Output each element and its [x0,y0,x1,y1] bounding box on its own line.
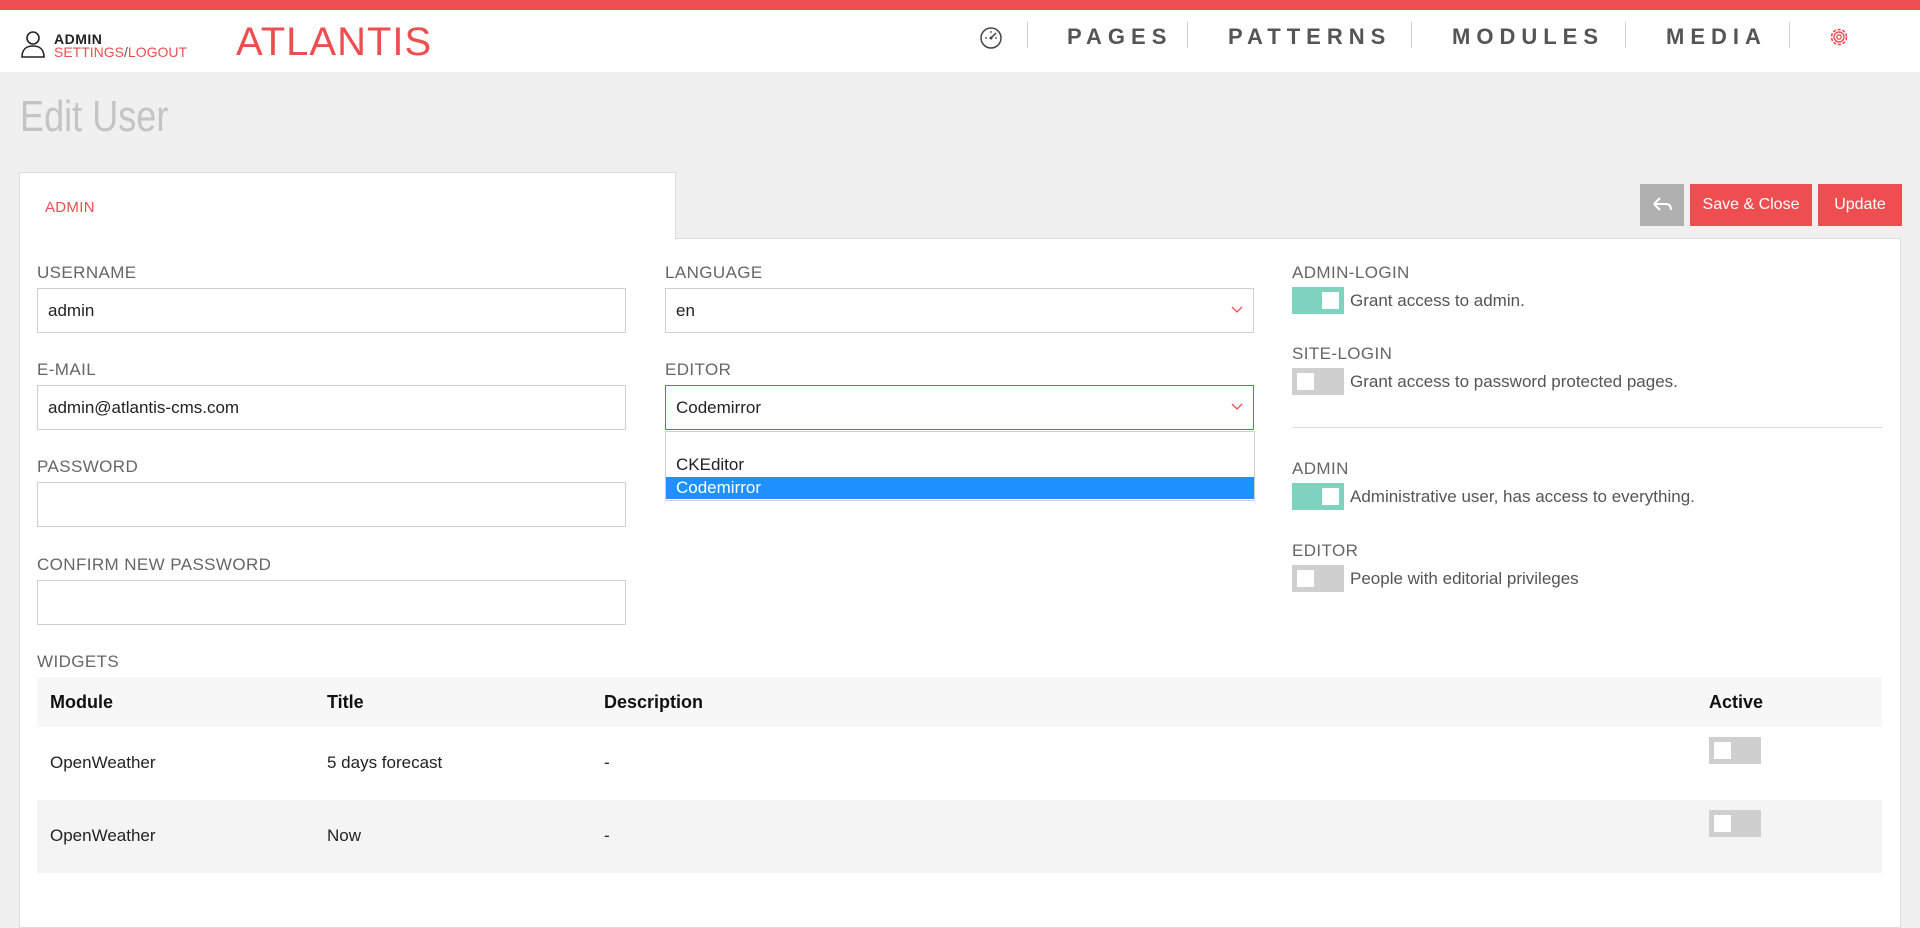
language-select[interactable]: en [665,288,1254,333]
admin-role-toggle[interactable] [1292,483,1344,510]
password-input[interactable] [37,482,626,527]
admin-login-description: Grant access to admin. [1350,291,1525,310]
nav-divider [1187,22,1188,48]
cell-description: - [604,753,610,772]
editor-role-toggle[interactable] [1292,565,1344,592]
email-input[interactable] [37,385,626,430]
cell-module: OpenWeather [50,826,156,845]
table-row: OpenWeather 5 days forecast - [37,727,1882,800]
language-label: LANGUAGE [665,263,763,282]
language-select-value: en [676,301,695,320]
editor-option-selected[interactable]: Codemirror [666,477,1254,499]
chevron-down-icon [1231,306,1243,313]
top-accent-bar [0,0,1920,10]
cell-module: OpenWeather [50,753,156,772]
admin-role-description: Administrative user, has access to every… [1350,487,1695,506]
chevron-down-icon [1231,403,1243,410]
update-button[interactable]: Update [1818,184,1902,226]
nav-divider [1625,22,1626,48]
editor-select[interactable]: Codemirror [665,385,1254,430]
editor-select-value: Codemirror [676,398,762,417]
admin-role-label: ADMIN [1292,459,1349,478]
editor-option[interactable]: CKEditor [666,454,1254,476]
editor-dropdown: CKEditor Codemirror [665,431,1255,501]
active-toggle[interactable] [1709,737,1761,764]
nav-patterns[interactable]: PATTERNS [1228,24,1391,50]
editor-role-label: EDITOR [1292,541,1359,560]
email-label: E-MAIL [37,360,97,379]
user-links: SETTINGS/LOGOUT [54,44,187,60]
back-button[interactable] [1640,184,1684,226]
tab-admin[interactable]: ADMIN [19,172,676,240]
active-toggle[interactable] [1709,810,1761,837]
nav-divider [1411,22,1412,48]
column-header-active[interactable]: Active [1709,692,1763,713]
nav-pages[interactable]: PAGES [1067,24,1172,50]
save-close-button[interactable]: Save & Close [1690,184,1812,226]
admin-login-label: ADMIN-LOGIN [1292,263,1410,282]
nav-modules[interactable]: MODULES [1452,24,1604,50]
admin-login-toggle[interactable] [1292,287,1344,314]
cell-title: 5 days forecast [327,753,443,772]
nav-media[interactable]: MEDIA [1666,24,1767,50]
tab-label: ADMIN [45,199,95,216]
table-row: OpenWeather Now - [37,800,1882,873]
site-login-toggle[interactable] [1292,368,1344,395]
settings-link[interactable]: SETTINGS [54,44,124,60]
username-label: USERNAME [37,263,137,282]
table-header: Module Title Description Active [37,677,1882,727]
cell-description: - [604,826,610,845]
divider [1292,427,1882,428]
column-header-module[interactable]: Module [50,692,113,713]
column-header-description[interactable]: Description [604,692,703,713]
editor-label: EDITOR [665,360,732,379]
site-login-label: SITE-LOGIN [1292,344,1393,363]
dashboard-gauge-icon[interactable] [978,25,1004,51]
gear-icon[interactable] [1826,24,1852,50]
editor-role-description: People with editorial privileges [1350,569,1579,588]
nav-divider [1789,22,1790,48]
confirm-password-label: CONFIRM NEW PASSWORD [37,555,272,574]
password-label: PASSWORD [37,457,139,476]
reply-arrow-icon [1653,197,1672,211]
user-icon [21,31,45,58]
widgets-label: WIDGETS [37,652,120,671]
logout-link[interactable]: LOGOUT [128,44,187,60]
nav-divider [1027,22,1028,48]
cell-title: Now [327,826,362,845]
logo[interactable]: ATLANTIS [236,20,432,65]
column-header-title[interactable]: Title [327,692,364,713]
site-login-description: Grant access to password protected pages… [1350,372,1678,391]
page-title: Edit User [20,92,169,141]
username-input[interactable] [37,288,626,333]
confirm-password-input[interactable] [37,580,626,625]
